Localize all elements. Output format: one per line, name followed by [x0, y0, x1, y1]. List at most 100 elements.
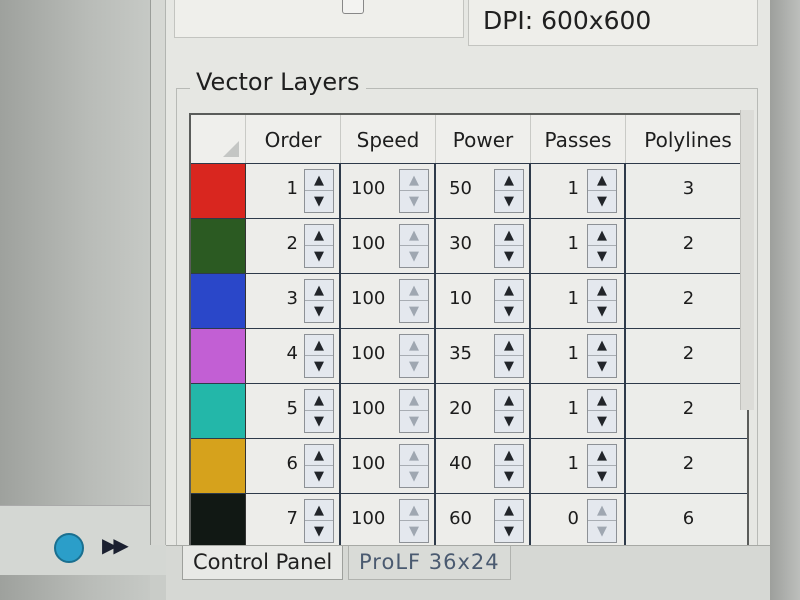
order-value[interactable]: 5: [250, 398, 298, 419]
spin-up-icon[interactable]: ▲: [400, 335, 428, 356]
speed-value[interactable]: 100: [351, 398, 391, 419]
order-value[interactable]: 4: [250, 343, 298, 364]
speed-stepper[interactable]: 100 ▲ ▼: [341, 164, 436, 218]
spin-up-icon[interactable]: ▲: [588, 225, 616, 246]
tab-prolf[interactable]: ProLF 36x24: [348, 546, 511, 580]
passes-stepper[interactable]: 0 ▲ ▼: [531, 494, 626, 545]
spin-down-icon[interactable]: ▼: [400, 191, 428, 212]
spin-up-icon[interactable]: ▲: [400, 225, 428, 246]
power-spinner[interactable]: ▲ ▼: [494, 389, 524, 433]
fast-forward-icon[interactable]: ▶▶: [102, 533, 129, 557]
speed-spinner[interactable]: ▲ ▼: [399, 444, 429, 488]
spin-down-icon[interactable]: ▼: [400, 246, 428, 267]
layer-color-swatch[interactable]: [191, 274, 246, 328]
spin-down-icon[interactable]: ▼: [588, 521, 616, 542]
speed-value[interactable]: 100: [351, 343, 391, 364]
power-stepper[interactable]: 60 ▲ ▼: [436, 494, 531, 545]
spin-down-icon[interactable]: ▼: [495, 411, 523, 432]
spin-down-icon[interactable]: ▼: [305, 356, 333, 377]
spin-up-icon[interactable]: ▲: [588, 500, 616, 521]
speed-value[interactable]: 100: [351, 233, 391, 254]
passes-stepper[interactable]: 1 ▲ ▼: [531, 329, 626, 383]
passes-stepper[interactable]: 1 ▲ ▼: [531, 219, 626, 273]
spin-down-icon[interactable]: ▼: [588, 356, 616, 377]
spin-up-icon[interactable]: ▲: [495, 500, 523, 521]
spin-down-icon[interactable]: ▼: [588, 191, 616, 212]
speed-spinner[interactable]: ▲ ▼: [399, 224, 429, 268]
spin-up-icon[interactable]: ▲: [305, 335, 333, 356]
passes-spinner[interactable]: ▲ ▼: [587, 499, 617, 543]
spin-up-icon[interactable]: ▲: [305, 170, 333, 191]
order-spinner[interactable]: ▲ ▼: [304, 444, 334, 488]
passes-spinner[interactable]: ▲ ▼: [587, 279, 617, 323]
spin-down-icon[interactable]: ▼: [495, 466, 523, 487]
passes-value[interactable]: 1: [535, 398, 579, 419]
power-stepper[interactable]: 50 ▲ ▼: [436, 164, 531, 218]
spin-down-icon[interactable]: ▼: [588, 246, 616, 267]
passes-stepper[interactable]: 1 ▲ ▼: [531, 164, 626, 218]
order-stepper[interactable]: 1 ▲ ▼: [246, 164, 341, 218]
speed-spinner[interactable]: ▲ ▼: [399, 499, 429, 543]
spin-up-icon[interactable]: ▲: [495, 280, 523, 301]
power-stepper[interactable]: 10 ▲ ▼: [436, 274, 531, 328]
spin-up-icon[interactable]: ▲: [305, 500, 333, 521]
spin-down-icon[interactable]: ▼: [495, 191, 523, 212]
order-spinner[interactable]: ▲ ▼: [304, 279, 334, 323]
speed-stepper[interactable]: 100 ▲ ▼: [341, 494, 436, 545]
power-value[interactable]: 40: [440, 453, 472, 474]
spin-down-icon[interactable]: ▼: [305, 411, 333, 432]
spin-down-icon[interactable]: ▼: [305, 301, 333, 322]
passes-stepper[interactable]: 1 ▲ ▼: [531, 439, 626, 493]
power-spinner[interactable]: ▲ ▼: [494, 499, 524, 543]
table-row[interactable]: 5 ▲ ▼ 100 ▲ ▼ 20 ▲ ▼ 1 ▲ ▼ 2: [191, 383, 747, 438]
tab-control-panel[interactable]: Control Panel: [182, 546, 344, 580]
power-stepper[interactable]: 40 ▲ ▼: [436, 439, 531, 493]
power-stepper[interactable]: 35 ▲ ▼: [436, 329, 531, 383]
spin-down-icon[interactable]: ▼: [495, 246, 523, 267]
order-stepper[interactable]: 4 ▲ ▼: [246, 329, 341, 383]
table-row[interactable]: 4 ▲ ▼ 100 ▲ ▼ 35 ▲ ▼ 1 ▲ ▼ 2: [191, 328, 747, 383]
speed-spinner[interactable]: ▲ ▼: [399, 334, 429, 378]
order-value[interactable]: 3: [250, 288, 298, 309]
spin-up-icon[interactable]: ▲: [305, 445, 333, 466]
power-value[interactable]: 60: [440, 508, 472, 529]
spin-down-icon[interactable]: ▼: [495, 521, 523, 542]
spin-down-icon[interactable]: ▼: [305, 521, 333, 542]
spin-up-icon[interactable]: ▲: [400, 280, 428, 301]
order-stepper[interactable]: 7 ▲ ▼: [246, 494, 341, 545]
speed-value[interactable]: 100: [351, 288, 391, 309]
spin-down-icon[interactable]: ▼: [495, 356, 523, 377]
power-value[interactable]: 10: [440, 288, 472, 309]
power-value[interactable]: 50: [440, 178, 472, 199]
corner-header[interactable]: [191, 115, 246, 163]
spin-up-icon[interactable]: ▲: [400, 500, 428, 521]
power-value[interactable]: 35: [440, 343, 472, 364]
spin-down-icon[interactable]: ▼: [400, 521, 428, 542]
layer-color-swatch[interactable]: [191, 439, 246, 493]
spin-up-icon[interactable]: ▲: [400, 170, 428, 191]
spin-up-icon[interactable]: ▲: [495, 445, 523, 466]
order-value[interactable]: 1: [250, 178, 298, 199]
speed-stepper[interactable]: 100 ▲ ▼: [341, 439, 436, 493]
spin-down-icon[interactable]: ▼: [400, 356, 428, 377]
power-spinner[interactable]: ▲ ▼: [494, 444, 524, 488]
passes-value[interactable]: 1: [535, 453, 579, 474]
spin-up-icon[interactable]: ▲: [588, 390, 616, 411]
header-passes[interactable]: Passes: [531, 115, 626, 163]
speed-value[interactable]: 100: [351, 508, 391, 529]
table-row[interactable]: 1 ▲ ▼ 100 ▲ ▼ 50 ▲ ▼ 1 ▲ ▼ 3: [191, 163, 747, 218]
order-stepper[interactable]: 2 ▲ ▼: [246, 219, 341, 273]
spin-up-icon[interactable]: ▲: [495, 390, 523, 411]
speed-stepper[interactable]: 100 ▲ ▼: [341, 384, 436, 438]
spin-up-icon[interactable]: ▲: [400, 390, 428, 411]
passes-spinner[interactable]: ▲ ▼: [587, 389, 617, 433]
order-value[interactable]: 2: [250, 233, 298, 254]
layer-color-swatch[interactable]: [191, 219, 246, 273]
spin-up-icon[interactable]: ▲: [305, 390, 333, 411]
power-value[interactable]: 20: [440, 398, 472, 419]
order-spinner[interactable]: ▲ ▼: [304, 499, 334, 543]
order-spinner[interactable]: ▲ ▼: [304, 334, 334, 378]
passes-spinner[interactable]: ▲ ▼: [587, 334, 617, 378]
speed-spinner[interactable]: ▲ ▼: [399, 389, 429, 433]
power-value[interactable]: 30: [440, 233, 472, 254]
